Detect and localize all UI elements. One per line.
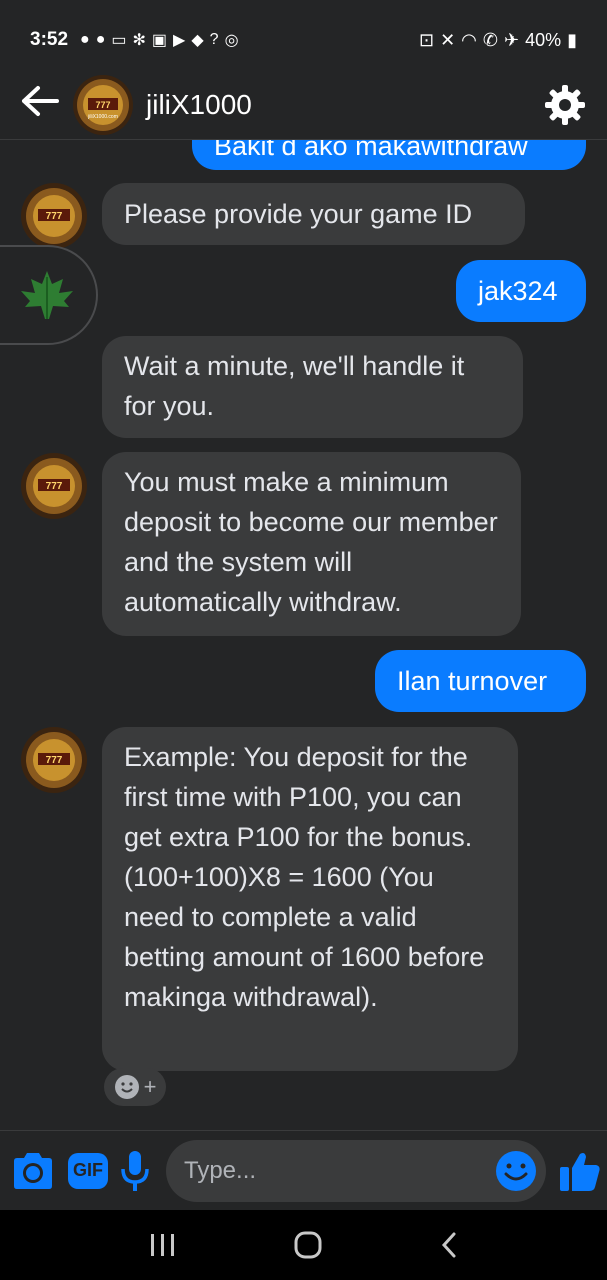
sender-avatar[interactable]: 777 xyxy=(20,726,88,794)
gallery-icon: ▣ xyxy=(151,32,168,49)
avatar-logo-text: jiliX1000.com xyxy=(87,114,118,120)
message-incoming[interactable]: Please provide your game ID xyxy=(102,183,525,245)
battery-icon: ▮ xyxy=(567,29,577,50)
svg-text:777: 777 xyxy=(46,755,63,766)
back-arrow-icon[interactable] xyxy=(20,85,66,124)
back-icon[interactable] xyxy=(439,1231,459,1259)
messenger-icon: ● xyxy=(80,31,90,48)
call-icon: ✆ xyxy=(482,29,498,50)
message-incoming[interactable]: Example: You deposit for the first time … xyxy=(102,727,518,1071)
message-list[interactable]: Bakit d ako makawithdraw 777 Please prov… xyxy=(0,140,607,1130)
message-incoming[interactable]: You must make a minimum deposit to becom… xyxy=(102,452,521,636)
status-bar: 3:52 ● ● ▭ ✻ ▣ ▶ ◆ ? ◎ ⊡ ✕ ◠ ✆ ✈ 40% ▮ xyxy=(0,0,607,80)
gear-icon[interactable] xyxy=(543,83,587,127)
camera-button[interactable] xyxy=(10,1146,56,1196)
messenger-icon: ● xyxy=(95,31,106,48)
chat-header: 777 jiliX1000.com jiliX1000 xyxy=(0,70,607,140)
add-reaction-button[interactable]: + xyxy=(104,1068,166,1106)
smiley-icon xyxy=(114,1075,139,1099)
contact-name[interactable]: jiliX1000 xyxy=(146,89,252,121)
gif-button[interactable]: GIF xyxy=(68,1146,108,1196)
system-navigation-bar xyxy=(0,1210,607,1280)
recent-apps-icon[interactable] xyxy=(148,1232,178,1258)
airplane-icon: ✈ xyxy=(503,29,520,50)
gif-icon: GIF xyxy=(68,1152,108,1189)
message-incoming[interactable]: Wait a minute, we'll handle it for you. xyxy=(102,336,523,438)
help-icon: ? xyxy=(209,31,219,48)
message-outgoing[interactable]: Ilan turnover xyxy=(375,650,586,712)
message-outgoing[interactable]: Bakit d ako makawithdraw xyxy=(192,140,586,170)
message-composer: GIF xyxy=(0,1130,607,1210)
wifi-icon: ◠ xyxy=(461,29,477,50)
leaf-icon: ✻ xyxy=(132,32,146,49)
microphone-icon xyxy=(121,1150,149,1191)
sender-avatar[interactable]: 777 xyxy=(20,182,88,250)
status-time: 3:52 xyxy=(30,29,69,50)
sender-avatar[interactable]: 777 xyxy=(20,452,88,520)
emoji-icon[interactable] xyxy=(494,1149,538,1193)
contact-avatar[interactable]: 777 jiliX1000.com xyxy=(72,74,134,136)
message-input-container[interactable] xyxy=(166,1139,546,1202)
like-button[interactable] xyxy=(558,1146,602,1196)
maple-leaf-icon xyxy=(21,271,73,319)
camera-icon xyxy=(14,1152,52,1189)
svg-text:777: 777 xyxy=(95,100,110,110)
plus-icon: + xyxy=(143,1074,157,1099)
home-icon[interactable] xyxy=(293,1230,323,1260)
lock-icon: ⊡ xyxy=(418,29,435,50)
youtube-icon: ▶ xyxy=(173,32,186,49)
system-icons: ⊡ ✕ ◠ ✆ ✈ 40% ▮ xyxy=(419,30,577,51)
svg-text:777: 777 xyxy=(46,211,63,222)
flag-icon: ◆ xyxy=(191,32,204,49)
battery-level: 40% xyxy=(525,29,562,50)
mute-icon: ✕ xyxy=(440,29,456,50)
voice-button[interactable] xyxy=(120,1146,150,1196)
app-icon: ▭ xyxy=(111,32,127,49)
message-input[interactable] xyxy=(184,1156,494,1185)
thumbs-up-icon xyxy=(560,1152,600,1191)
floating-app-bubble[interactable] xyxy=(0,245,98,345)
ball-icon: ◎ xyxy=(224,32,239,49)
message-outgoing[interactable]: jak324 xyxy=(456,260,586,322)
notification-icons: ● ● ▭ ✻ ▣ ▶ ◆ ? ◎ xyxy=(80,30,239,50)
svg-text:777: 777 xyxy=(46,481,63,492)
